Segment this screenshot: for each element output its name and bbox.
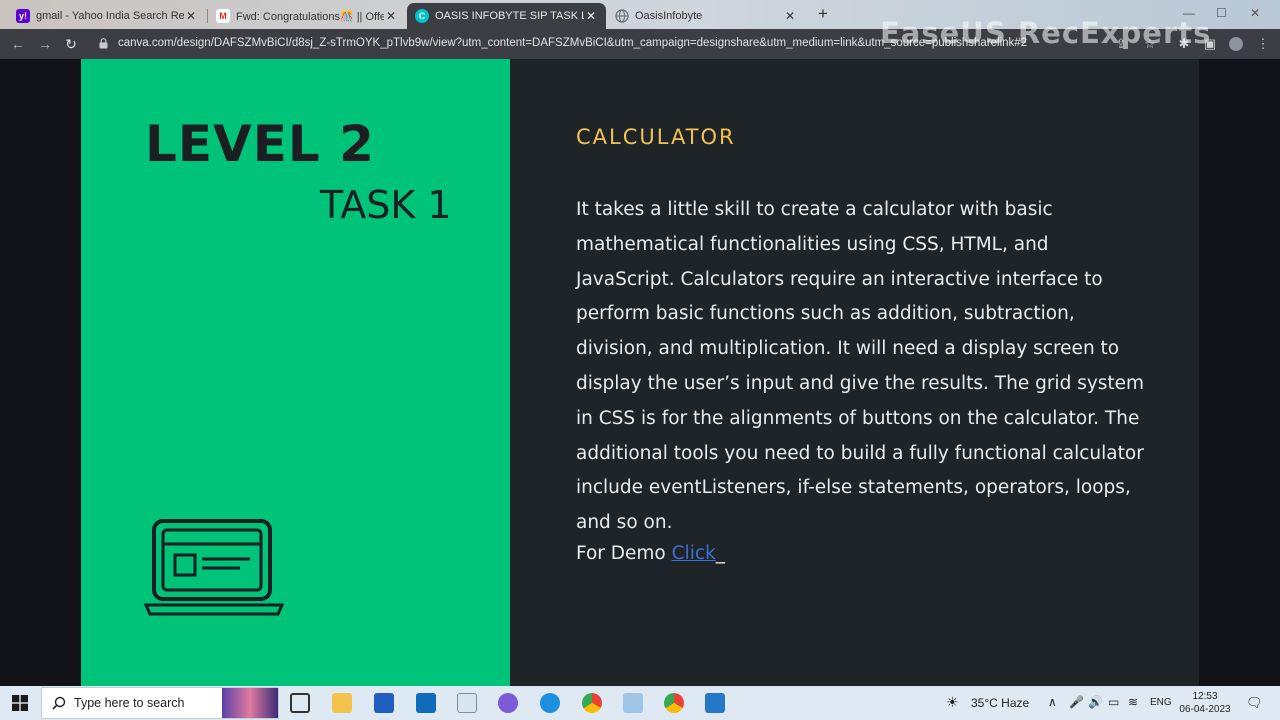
show-hidden-icons-chevron-icon[interactable]: ∧ (1048, 695, 1057, 709)
task-view-icon[interactable] (290, 693, 310, 713)
canva-favicon-icon: C (415, 9, 429, 23)
notepad-pen-icon[interactable] (457, 693, 477, 713)
mail-icon[interactable] (416, 693, 436, 713)
slide-right-panel: CALCULATOR It takes a little skill to cr… (510, 59, 1199, 686)
app-shortcut-icon[interactable] (623, 693, 643, 713)
chrome-profile-icon[interactable] (664, 693, 684, 713)
new-tab-button[interactable]: + (814, 5, 832, 23)
text-cursor: _ (715, 543, 725, 564)
lock-icon[interactable] (99, 38, 108, 49)
recorder-watermark: EaseUS RecExperts (880, 16, 1212, 50)
tab-oasis-task-list[interactable]: C OASIS INFOBYTE SIP TASK LIST ✕ (407, 3, 606, 29)
search-highlight-image (222, 688, 278, 718)
globe-favicon-icon (615, 9, 629, 23)
back-arrow-icon[interactable]: ← (9, 35, 27, 53)
tab-oasisinfobyte[interactable]: OasisInfobyte ✕ (607, 3, 805, 29)
demo-click-link[interactable]: Click (672, 543, 716, 564)
clock-date: 06-04-2023 (1179, 704, 1231, 715)
copilot-app-icon[interactable] (498, 693, 518, 713)
microsoft-store-icon[interactable] (374, 693, 394, 713)
page-viewport: LEVEL 2 TASK 1 CALCULATOR It takes a lit… (0, 59, 1280, 686)
weather-text[interactable]: 35°C Haze (971, 696, 1029, 710)
maximize-icon[interactable]: ☐ (1216, 6, 1227, 20)
laptop-icon (144, 519, 284, 616)
edge-browser-icon[interactable] (540, 693, 560, 713)
file-explorer-icon[interactable] (332, 693, 352, 713)
notification-center-icon[interactable]: 🗨 (1246, 695, 1263, 711)
profile-avatar[interactable] (1229, 37, 1243, 51)
yahoo-favicon-icon: y! (16, 9, 30, 23)
close-tab-icon[interactable]: ✕ (783, 9, 797, 23)
reload-icon[interactable]: ↻ (62, 35, 80, 53)
tab-yahoo-search[interactable]: y! gmail - Yahoo India Search Resu ✕ (8, 3, 206, 29)
slide-left-panel: LEVEL 2 TASK 1 (81, 59, 510, 686)
wifi-icon[interactable]: ≋ (1128, 695, 1138, 709)
chrome-browser-icon[interactable] (582, 693, 602, 713)
language-indicator[interactable]: ENG (1150, 697, 1172, 708)
level-heading: LEVEL 2 (145, 115, 375, 173)
forward-arrow-icon[interactable]: → (36, 35, 54, 53)
close-tab-icon[interactable]: ✕ (584, 9, 598, 23)
close-tab-icon[interactable]: ✕ (384, 9, 398, 23)
weather-sun-icon[interactable]: ☀ (946, 694, 959, 711)
calculator-title: CALCULATOR (576, 125, 736, 149)
tab-gmail[interactable]: M Fwd: Congratulations🎊 || Offer ✕ (208, 3, 406, 29)
vscode-icon[interactable] (705, 693, 725, 713)
battery-icon[interactable]: ▭ (1108, 695, 1119, 709)
windows-taskbar: Type here to search ☀ 35°C Haze ∧ 🎤 🔊 ▭ … (0, 686, 1280, 720)
task-heading: TASK 1 (320, 183, 452, 227)
taskbar-search-box[interactable]: Type here to search (41, 687, 279, 719)
speaker-icon[interactable]: 🔊 (1088, 695, 1103, 709)
windows-start-icon[interactable] (12, 695, 28, 711)
demo-label: For Demo (576, 543, 666, 564)
clock-time: 12:53 (1192, 691, 1218, 702)
menu-kebab-icon[interactable]: ⋮ (1256, 37, 1270, 51)
demo-line: For Demo Click_ (576, 543, 725, 564)
system-clock[interactable]: 12:53 06-04-2023 (1178, 690, 1232, 716)
calculator-description: It takes a little skill to create a calc… (576, 199, 1145, 534)
close-tab-icon[interactable]: ✕ (184, 9, 198, 23)
microphone-icon[interactable]: 🎤 (1069, 695, 1084, 709)
search-placeholder: Type here to search (74, 696, 185, 710)
search-icon (52, 696, 66, 710)
close-window-icon[interactable]: ✕ (1250, 6, 1260, 20)
gmail-favicon-icon: M (216, 9, 230, 23)
